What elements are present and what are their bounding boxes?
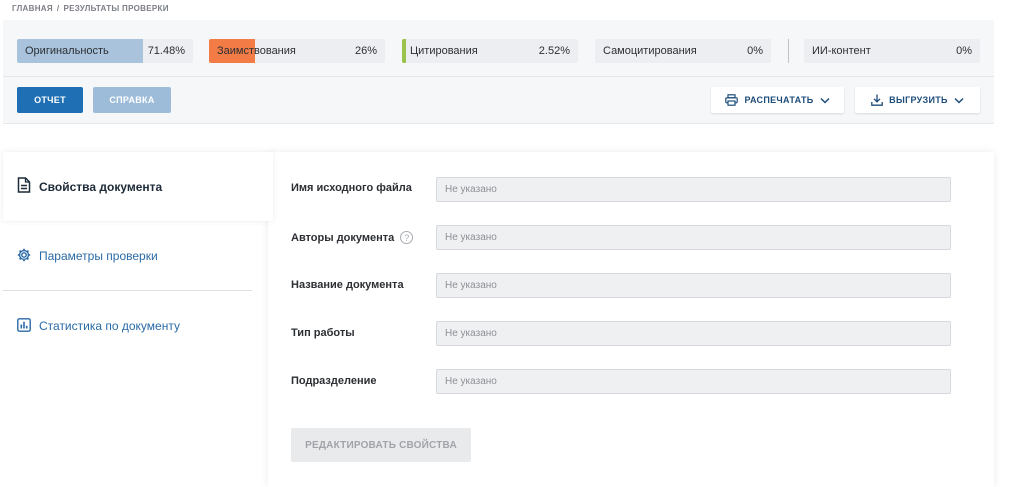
sidebar-divider: [3, 290, 252, 291]
breadcrumb-home-link[interactable]: ГЛАВНАЯ: [12, 4, 53, 13]
breadcrumb: ГЛАВНАЯ / РЕЗУЛЬТАТЫ ПРОВЕРКИ: [12, 4, 169, 13]
metric-self-citation[interactable]: Самоцитирования 0%: [595, 39, 771, 63]
printer-icon: [725, 94, 739, 106]
help-button[interactable]: СПРАВКА: [93, 87, 171, 113]
metric-originality[interactable]: Оригинальность 71.48%: [17, 39, 193, 63]
metric-self-citation-label: Самоцитирования: [603, 45, 697, 57]
field-label-text: Имя исходного файла: [291, 182, 412, 194]
help-icon[interactable]: ?: [400, 231, 414, 244]
print-label: РАСПЕЧАТАТЬ: [744, 95, 814, 105]
edit-properties-button[interactable]: РЕДАКТИРОВАТЬ СВОЙСТВА: [291, 428, 471, 462]
metric-citation[interactable]: Цитирования 2.52%: [402, 39, 578, 63]
metric-ai-content-label: ИИ-контент: [812, 45, 871, 57]
field-label-department: Подразделение: [291, 375, 377, 387]
source-filename-field[interactable]: Не указано: [436, 177, 951, 202]
breadcrumb-separator: /: [56, 4, 60, 13]
download-icon: [871, 94, 884, 106]
metric-citation-label: Цитирования: [410, 45, 478, 57]
sidebar-item-document-statistics[interactable]: Статистика по документу: [3, 314, 180, 338]
field-label-text: Подразделение: [291, 375, 377, 387]
sidebar-item-label: Статистика по документу: [39, 319, 180, 333]
field-label-document-title: Название документа: [291, 279, 404, 291]
metric-citation-value: 2.52%: [538, 45, 570, 57]
chevron-down-icon: [954, 97, 964, 104]
work-type-field[interactable]: Не указано: [436, 321, 951, 346]
document-title-field[interactable]: Не указано: [436, 273, 951, 298]
sidebar-item-label: Свойства документа: [39, 179, 163, 194]
gear-icon: [17, 248, 31, 265]
chevron-down-icon: [820, 97, 830, 104]
department-field[interactable]: Не указано: [436, 369, 951, 394]
field-label-authors: Авторы документа ?: [291, 231, 414, 244]
metric-borrowing-value: 26%: [354, 45, 377, 57]
field-label-source-filename: Имя исходного файла: [291, 182, 412, 194]
sidebar-item-label: Параметры проверки: [39, 249, 158, 263]
metrics-separator: [788, 39, 789, 63]
document-icon: [17, 177, 31, 196]
field-label-text: Название документа: [291, 279, 404, 291]
print-dropdown-button[interactable]: РАСПЕЧАТАТЬ: [711, 87, 844, 113]
breadcrumb-current: РЕЗУЛЬТАТЫ ПРОВЕРКИ: [63, 4, 169, 13]
export-label: ВЫГРУЗИТЬ: [889, 95, 948, 105]
bar-chart-icon: [17, 317, 31, 335]
metric-ai-content[interactable]: ИИ-контент 0%: [804, 39, 980, 63]
metric-borrowing-label: Заимствования: [217, 45, 296, 57]
sidebar-item-document-properties[interactable]: Свойства документа: [3, 152, 273, 221]
metrics-divider: [3, 76, 994, 77]
field-label-text: Тип работы: [291, 327, 355, 339]
metric-originality-value: 71.48%: [147, 45, 185, 57]
report-button[interactable]: ОТЧЕТ: [17, 87, 83, 113]
metric-originality-label: Оригинальность: [25, 45, 109, 57]
metric-ai-content-value: 0%: [956, 45, 972, 57]
sidebar-item-check-parameters[interactable]: Параметры проверки: [3, 244, 158, 268]
metric-borrowing[interactable]: Заимствования 26%: [209, 39, 385, 63]
field-label-text: Авторы документа: [291, 231, 395, 244]
export-dropdown-button[interactable]: ВЫГРУЗИТЬ: [855, 87, 980, 113]
metric-self-citation-value: 0%: [747, 45, 763, 57]
field-label-work-type: Тип работы: [291, 327, 355, 339]
authors-field[interactable]: Не указано: [436, 225, 951, 250]
